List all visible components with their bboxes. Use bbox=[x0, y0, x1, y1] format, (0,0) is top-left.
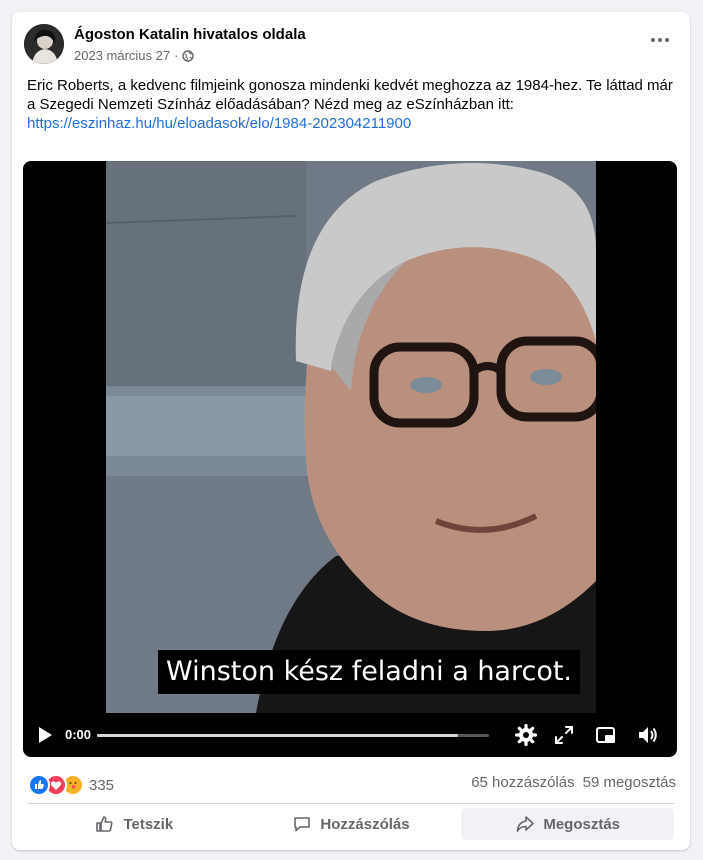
post-header: Ágoston Katalin hivatalos oldala 2023 má… bbox=[24, 24, 678, 68]
more-icon bbox=[651, 38, 655, 42]
like-icon bbox=[28, 774, 50, 796]
comment-label: Hozzászólás bbox=[320, 815, 410, 833]
video-frame[interactable] bbox=[106, 161, 596, 713]
globe-icon bbox=[182, 49, 195, 62]
like-label: Tetszik bbox=[123, 815, 174, 833]
video-subtitle: Winston kész feladni a harcot. bbox=[158, 650, 581, 694]
author-name[interactable]: Ágoston Katalin hivatalos oldala bbox=[74, 26, 306, 43]
settings-icon[interactable] bbox=[515, 724, 537, 746]
reactions-summary[interactable]: 335 bbox=[28, 774, 114, 796]
post-card: Ágoston Katalin hivatalos oldala 2023 má… bbox=[12, 12, 690, 850]
video-player[interactable]: Winston kész feladni a harcot. 0:00 bbox=[23, 161, 677, 757]
comment-icon bbox=[294, 817, 311, 832]
post-body: Eric Roberts, a kedvenc filmjeink gonosz… bbox=[27, 77, 673, 113]
action-bar: Tetszik Hozzászólás Megosztás bbox=[28, 808, 675, 840]
avatar[interactable] bbox=[24, 24, 64, 64]
comment-count[interactable]: 65 hozzászólás bbox=[471, 774, 574, 791]
volume-icon[interactable] bbox=[637, 724, 659, 746]
progress-buffer bbox=[97, 734, 458, 737]
divider bbox=[28, 803, 674, 804]
post-text: Eric Roberts, a kedvenc filmjeink gonosz… bbox=[27, 76, 677, 133]
like-button[interactable]: Tetszik bbox=[28, 808, 241, 840]
engagement-counts: 65 hozzászólás 59 megosztás bbox=[471, 774, 676, 791]
thumbs-up-icon bbox=[96, 816, 113, 832]
reaction-count: 335 bbox=[89, 776, 115, 794]
video-time: 0:00 bbox=[65, 727, 92, 742]
progress-bar[interactable] bbox=[97, 734, 489, 737]
comment-button[interactable]: Hozzászólás bbox=[245, 808, 458, 840]
share-count[interactable]: 59 megosztás bbox=[583, 774, 676, 791]
more-options-button[interactable] bbox=[642, 28, 678, 52]
post-meta: 2023 március 27 · bbox=[74, 48, 195, 63]
share-icon bbox=[517, 816, 535, 832]
share-label: Megosztás bbox=[543, 815, 621, 833]
share-button[interactable]: Megosztás bbox=[461, 808, 675, 840]
video-controls: 0:00 bbox=[23, 713, 677, 757]
post-date[interactable]: 2023 március 27 bbox=[74, 48, 170, 63]
post-link[interactable]: https://eszinhaz.hu/hu/eloadasok/elo/198… bbox=[27, 115, 411, 132]
fullscreen-icon[interactable] bbox=[553, 724, 575, 746]
play-icon[interactable] bbox=[37, 726, 53, 744]
pip-icon[interactable] bbox=[595, 724, 617, 746]
post-stats: 335 65 hozzászólás 59 megosztás bbox=[28, 774, 676, 796]
meta-separator: · bbox=[174, 48, 179, 63]
